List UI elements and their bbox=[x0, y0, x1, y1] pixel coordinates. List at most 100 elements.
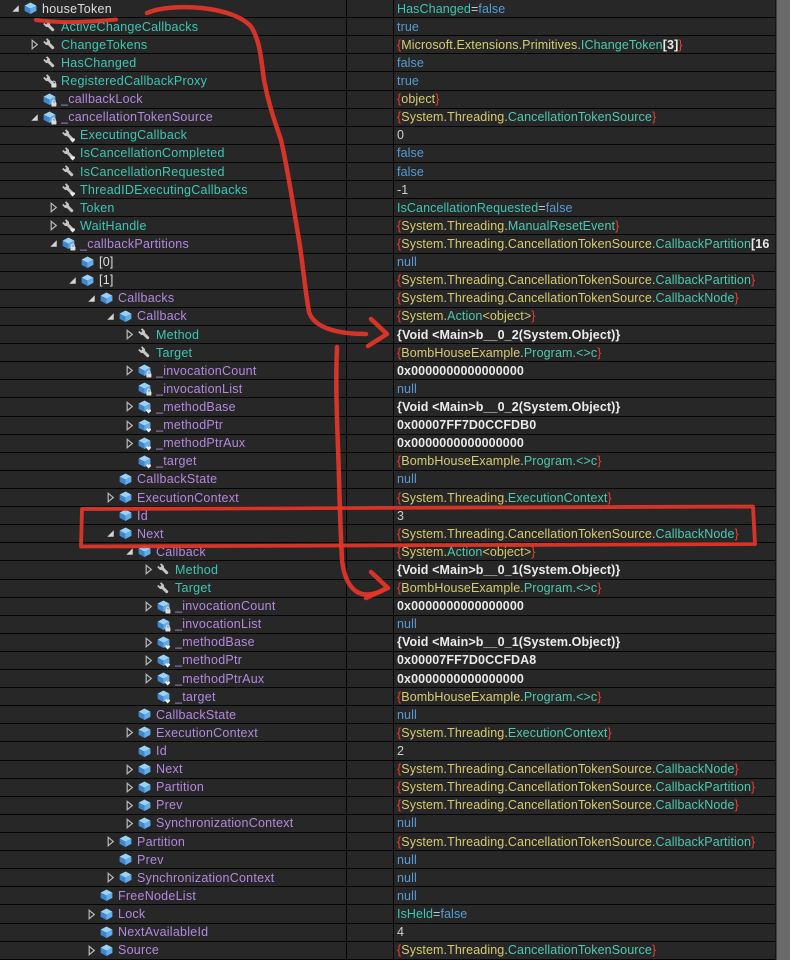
tree-row[interactable]: ExecutingCallback0 bbox=[0, 127, 790, 145]
member-value[interactable]: {System.Threading.ExecutionContext} bbox=[397, 724, 775, 741]
expand-expander-icon[interactable] bbox=[122, 363, 136, 378]
collapse-expander-icon[interactable] bbox=[27, 110, 41, 125]
tree-row[interactable]: _methodPtrAux0x0000000000000000 bbox=[0, 670, 790, 688]
tree-row[interactable]: _invocationListnull bbox=[0, 616, 790, 634]
collapse-expander-icon[interactable] bbox=[65, 273, 79, 288]
member-value[interactable]: 0x00007FF7D0CCFDA8 bbox=[397, 652, 775, 669]
member-value[interactable]: {object} bbox=[397, 91, 775, 108]
member-value[interactable]: -1 bbox=[397, 181, 775, 198]
tree-row[interactable]: IsCancellationRequestedfalse bbox=[0, 163, 790, 181]
member-value[interactable]: 2 bbox=[397, 742, 775, 759]
member-value[interactable]: 0 bbox=[397, 127, 775, 144]
member-value[interactable]: {System.Threading.CancellationTokenSourc… bbox=[397, 109, 775, 126]
member-value[interactable]: null bbox=[397, 616, 775, 633]
collapse-expander-icon[interactable] bbox=[103, 309, 117, 324]
tree-row[interactable]: _target{BombHouseExample.Program.<>c} bbox=[0, 453, 790, 471]
tree-row[interactable]: ChangeTokens{Microsoft.Extensions.Primit… bbox=[0, 36, 790, 54]
expand-expander-icon[interactable] bbox=[84, 943, 98, 958]
tree-row[interactable]: Callback{System.Action<object>} bbox=[0, 308, 790, 326]
expand-expander-icon[interactable] bbox=[122, 399, 136, 414]
expand-expander-icon[interactable] bbox=[46, 218, 60, 233]
tree-row[interactable]: ExecutionContext{System.Threading.Execut… bbox=[0, 489, 790, 507]
tree-row[interactable]: Partition{System.Threading.CancellationT… bbox=[0, 779, 790, 797]
tree-row[interactable]: Next{System.Threading.CancellationTokenS… bbox=[0, 525, 790, 543]
tree-row[interactable]: SynchronizationContextnull bbox=[0, 815, 790, 833]
tree-row[interactable]: LockIsHeld = false bbox=[0, 905, 790, 923]
tree-row[interactable]: Id3 bbox=[0, 507, 790, 525]
tree-row[interactable]: Method{Void <Main>b__0_2(System.Object)} bbox=[0, 326, 790, 344]
tree-row[interactable]: houseTokenHasChanged = false bbox=[0, 0, 790, 18]
member-value[interactable]: null bbox=[397, 887, 775, 904]
member-value[interactable]: {System.Threading.CancellationTokenSourc… bbox=[397, 942, 775, 959]
member-value[interactable]: null bbox=[397, 815, 775, 832]
tree-row[interactable]: Target{BombHouseExample.Program.<>c} bbox=[0, 580, 790, 598]
member-value[interactable]: null bbox=[397, 706, 775, 723]
expand-expander-icon[interactable] bbox=[141, 599, 155, 614]
member-value[interactable]: false bbox=[397, 163, 775, 180]
middle-column-divider[interactable] bbox=[393, 0, 394, 960]
tree-row[interactable]: ExecutionContext{System.Threading.Execut… bbox=[0, 724, 790, 742]
member-value[interactable]: 4 bbox=[397, 924, 775, 941]
tree-row[interactable]: Target{BombHouseExample.Program.<>c} bbox=[0, 344, 790, 362]
member-value[interactable]: {Microsoft.Extensions.Primitives.IChange… bbox=[397, 36, 775, 53]
tree-row[interactable]: FreeNodeListnull bbox=[0, 887, 790, 905]
member-value[interactable]: {System.Threading.CancellationTokenSourc… bbox=[397, 833, 775, 850]
member-value[interactable]: 0x0000000000000000 bbox=[397, 362, 775, 379]
tree-row[interactable]: Prevnull bbox=[0, 851, 790, 869]
tree-row[interactable]: HasChangedfalse bbox=[0, 54, 790, 72]
collapse-expander-icon[interactable] bbox=[8, 1, 22, 16]
expand-expander-icon[interactable] bbox=[141, 671, 155, 686]
expand-expander-icon[interactable] bbox=[103, 870, 117, 885]
collapse-expander-icon[interactable] bbox=[46, 236, 60, 251]
collapse-expander-icon[interactable] bbox=[84, 291, 98, 306]
tree-row[interactable]: _methodPtr0x00007FF7D0CCFDA8 bbox=[0, 652, 790, 670]
member-value[interactable]: {Void <Main>b__0_2(System.Object)} bbox=[397, 398, 775, 415]
member-value[interactable]: {System.Threading.CancellationTokenSourc… bbox=[397, 761, 775, 778]
tree-row[interactable]: WaitHandle{System.Threading.ManualResetE… bbox=[0, 217, 790, 235]
tree-row[interactable]: IsCancellationCompletedfalse bbox=[0, 145, 790, 163]
member-value[interactable]: null bbox=[397, 869, 775, 886]
expand-expander-icon[interactable] bbox=[141, 653, 155, 668]
member-value[interactable]: {BombHouseExample.Program.<>c} bbox=[397, 688, 775, 705]
expand-expander-icon[interactable] bbox=[122, 798, 136, 813]
tree-row[interactable]: _invocationListnull bbox=[0, 380, 790, 398]
member-value[interactable]: {System.Threading.CancellationTokenSourc… bbox=[397, 797, 775, 814]
tree-row[interactable]: Next{System.Threading.CancellationTokenS… bbox=[0, 761, 790, 779]
collapse-expander-icon[interactable] bbox=[103, 526, 117, 541]
tree-row[interactable]: _cancellationTokenSource{System.Threadin… bbox=[0, 109, 790, 127]
expand-expander-icon[interactable] bbox=[103, 490, 117, 505]
tree-row[interactable]: Callbacks{System.Threading.CancellationT… bbox=[0, 290, 790, 308]
member-value[interactable]: {BombHouseExample.Program.<>c} bbox=[397, 344, 775, 361]
member-value[interactable]: {System.Threading.CancellationTokenSourc… bbox=[397, 290, 775, 307]
tree-row[interactable]: CallbackStatenull bbox=[0, 471, 790, 489]
tree-row[interactable]: RegisteredCallbackProxytrue bbox=[0, 72, 790, 90]
member-value[interactable]: null bbox=[397, 851, 775, 868]
tree-row[interactable]: _invocationCount0x0000000000000000 bbox=[0, 598, 790, 616]
member-value[interactable]: null bbox=[397, 254, 775, 271]
expand-expander-icon[interactable] bbox=[141, 562, 155, 577]
member-value[interactable]: null bbox=[397, 380, 775, 397]
tree-row[interactable]: [0]null bbox=[0, 254, 790, 272]
tree-row[interactable]: _invocationCount0x0000000000000000 bbox=[0, 362, 790, 380]
expand-expander-icon[interactable] bbox=[103, 834, 117, 849]
member-value[interactable]: HasChanged = false bbox=[397, 0, 775, 17]
member-value[interactable]: {System.Action<object>} bbox=[397, 543, 775, 560]
tree-row[interactable]: _methodPtrAux0x0000000000000000 bbox=[0, 435, 790, 453]
member-value[interactable]: IsCancellationRequested = false bbox=[397, 199, 775, 216]
tree-row[interactable]: _methodBase{Void <Main>b__0_2(System.Obj… bbox=[0, 398, 790, 416]
member-value[interactable]: 0x00007FF7D0CCFDB0 bbox=[397, 417, 775, 434]
member-value[interactable]: {System.Threading.CancellationTokenSourc… bbox=[397, 235, 775, 252]
member-value[interactable]: {System.Threading.CancellationTokenSourc… bbox=[397, 525, 775, 542]
member-value[interactable]: {Void <Main>b__0_1(System.Object)} bbox=[397, 561, 775, 578]
tree-row[interactable]: TokenIsCancellationRequested = false bbox=[0, 199, 790, 217]
tree-row[interactable]: _callbackPartitions{System.Threading.Can… bbox=[0, 235, 790, 253]
member-value[interactable]: 0x0000000000000000 bbox=[397, 435, 775, 452]
tree-row[interactable]: SynchronizationContextnull bbox=[0, 869, 790, 887]
member-value[interactable]: 0x0000000000000000 bbox=[397, 598, 775, 615]
tree-row[interactable]: ActiveChangeCallbackstrue bbox=[0, 18, 790, 36]
tree-row[interactable]: _methodPtr0x00007FF7D0CCFDB0 bbox=[0, 417, 790, 435]
tree-row[interactable]: Method{Void <Main>b__0_1(System.Object)} bbox=[0, 561, 790, 579]
member-value[interactable]: {Void <Main>b__0_1(System.Object)} bbox=[397, 634, 775, 651]
tree-row[interactable]: Prev{System.Threading.CancellationTokenS… bbox=[0, 797, 790, 815]
member-value[interactable]: {System.Threading.CancellationTokenSourc… bbox=[397, 272, 775, 289]
